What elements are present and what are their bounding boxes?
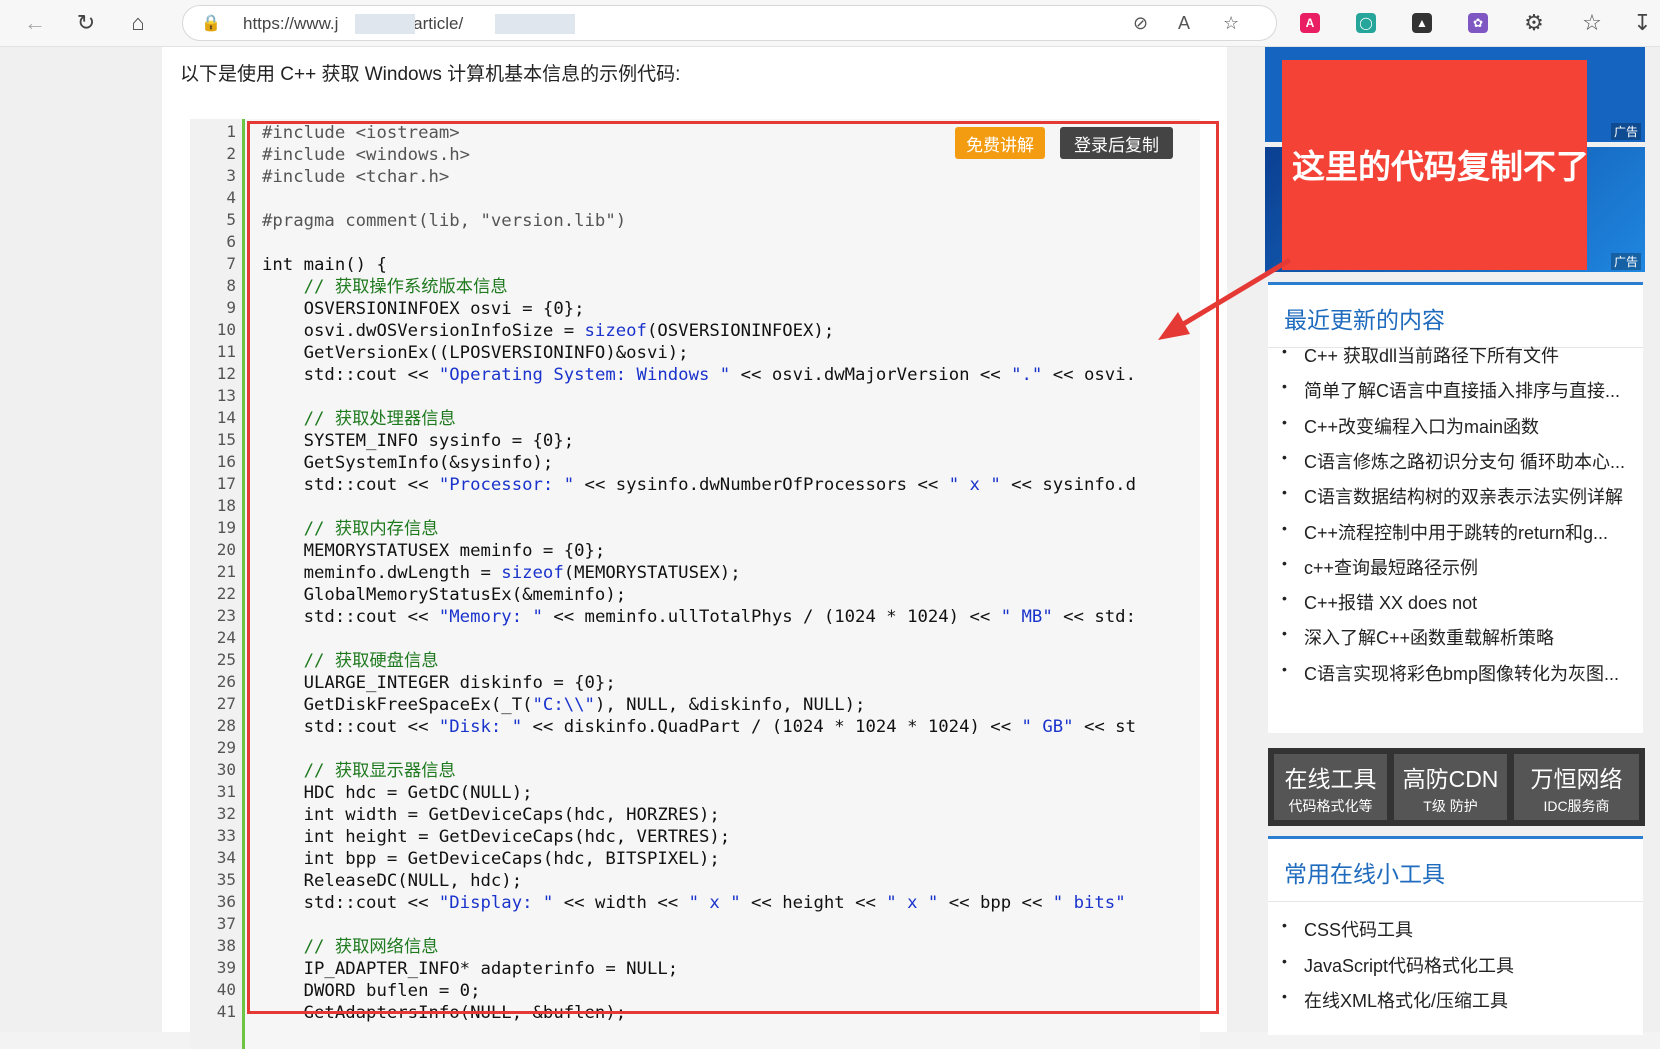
recent-item-label: C++流程控制中用于跳转的return和g... — [1304, 522, 1609, 543]
common-tool-label: 在线XML格式化/压缩工具 — [1304, 991, 1509, 1011]
recent-item-label: 简单了解C语言中直接插入排序与直接... — [1304, 381, 1621, 402]
line-number: 14 — [216, 408, 236, 427]
recent-item-label: 深入了解C++函数重载解析策略 — [1304, 628, 1555, 649]
line-number: 35 — [216, 870, 236, 889]
favorite-star-icon[interactable]: ☆ — [1223, 13, 1239, 34]
line-number: 37 — [216, 914, 236, 933]
tool-sub: IDC服务商 — [1543, 798, 1610, 814]
tool-wanheng[interactable]: 万恒网络 IDC服务商 — [1514, 754, 1639, 820]
tool-title: 在线工具 — [1284, 766, 1377, 792]
redaction-mask — [355, 14, 415, 34]
line-number: 41 — [216, 1002, 236, 1021]
recent-item-label: C++改变编程入口为main函数 — [1304, 416, 1540, 437]
browser-toolbar: ← ↻ ⌂ 🔒 https://www.j/article/m ⊘ A ☆ A … — [0, 0, 1660, 47]
recent-item-label: C++ 获取dll当前路径下所有文件 — [1304, 346, 1560, 366]
extension-green-icon[interactable]: ◯ — [1356, 13, 1376, 33]
line-number: 5 — [226, 210, 236, 229]
favorites-list-icon[interactable]: ☆ — [1572, 0, 1612, 46]
common-title: 常用在线小工具 — [1284, 861, 1445, 887]
download-icon[interactable]: ↧ — [1625, 0, 1660, 46]
tool-sub: T级 防护 — [1423, 798, 1478, 814]
refresh-icon[interactable]: ↻ — [66, 0, 106, 46]
recent-item-label: c++查询最短路径示例 — [1304, 557, 1479, 578]
extension-dark-icon[interactable]: ▲ — [1412, 13, 1432, 33]
line-number: 24 — [216, 628, 236, 647]
line-number: 10 — [216, 320, 236, 339]
line-number: 30 — [216, 760, 236, 779]
recent-item-label: C语言数据结构树的双亲表示法实例详解 — [1304, 487, 1623, 508]
line-number: 18 — [216, 496, 236, 515]
line-number: 6 — [226, 232, 236, 251]
line-number: 13 — [216, 386, 236, 405]
address-bar[interactable]: 🔒 https://www.j/article/m ⊘ A ☆ — [182, 5, 1277, 41]
common-tool-label: JavaScript代码格式化工具 — [1304, 955, 1515, 976]
article-intro: 以下是使用 C++ 获取 Windows 计算机基本信息的示例代码: — [180, 64, 681, 85]
line-number-gutter: 1 2 3 4 5 6 7 8 9 10 11 12 13 14 15 16 17 18 19 20 21 22 23 24 2… — [190, 119, 244, 1049]
common-tools-panel: 常用在线小工具 CSS代码工具 JavaScript代码格式化工具 在线XML格式化… — [1268, 836, 1643, 1035]
line-number: 2 — [226, 144, 236, 163]
ad-tag: 广告 — [1610, 253, 1641, 270]
extensions-puzzle-icon[interactable]: ⚙ — [1514, 0, 1554, 46]
back-arrow-icon[interactable]: ← — [15, 0, 55, 46]
line-number: 19 — [216, 518, 236, 537]
callout-text: 这里的代码复制不了 — [1292, 148, 1589, 185]
tool-cdn[interactable]: 高防CDN T级 防护 — [1394, 754, 1507, 820]
read-aloud-icon[interactable]: A — [1178, 13, 1190, 34]
line-number: 9 — [226, 298, 236, 317]
line-number: 3 — [226, 166, 236, 185]
recent-item-label: C语言实现将彩色bmp图像转化为灰图... — [1304, 663, 1620, 684]
tool-title: 高防CDN — [1402, 766, 1499, 792]
recent-item-label: C语言修炼之路初识分支句 循环助本心... — [1304, 451, 1626, 472]
line-number: 15 — [216, 430, 236, 449]
recent-title: 最近更新的内容 — [1284, 307, 1445, 333]
recent-updates-panel: 最近更新的内容 C++ 获取dll当前路径下所有文件简单了解C语言中直接插入排序… — [1268, 282, 1643, 733]
recent-item-label: C++报错 XX does not — [1304, 593, 1478, 614]
line-number: 31 — [216, 782, 236, 801]
line-number: 7 — [226, 254, 236, 273]
line-number: 22 — [216, 584, 236, 603]
common-tool-label: CSS代码工具 — [1304, 920, 1414, 940]
tool-online[interactable]: 在线工具 代码格式化等 — [1274, 754, 1387, 820]
tool-title: 万恒网络 — [1530, 766, 1623, 792]
line-number: 40 — [216, 980, 236, 999]
tracking-icon[interactable]: ⊘ — [1133, 13, 1148, 34]
tools-bar: 在线工具 代码格式化等 高防CDN T级 防护 万恒网络 IDC服务商 — [1268, 748, 1645, 826]
home-icon[interactable]: ⌂ — [118, 0, 158, 46]
line-number: 1 — [226, 122, 236, 141]
line-number: 36 — [216, 892, 236, 911]
line-number: 27 — [216, 694, 236, 713]
line-number: 21 — [216, 562, 236, 581]
line-number: 39 — [216, 958, 236, 977]
line-number: 26 — [216, 672, 236, 691]
ad-tag: 广告 — [1610, 123, 1641, 140]
line-number: 12 — [216, 364, 236, 383]
extension-brain-icon[interactable]: ✿ — [1468, 13, 1488, 33]
gutter-border — [242, 119, 245, 1049]
line-number: 25 — [216, 650, 236, 669]
line-number: 16 — [216, 452, 236, 471]
redaction-mask — [495, 14, 575, 34]
line-number: 32 — [216, 804, 236, 823]
line-number: 28 — [216, 716, 236, 735]
annotation-callout: 这里的代码复制不了 — [1282, 60, 1589, 270]
line-number: 29 — [216, 738, 236, 757]
line-number: 34 — [216, 848, 236, 867]
line-number: 8 — [226, 276, 236, 295]
line-number: 23 — [216, 606, 236, 625]
line-number: 38 — [216, 936, 236, 955]
divider — [1268, 901, 1643, 902]
highlight-rectangle — [247, 121, 1219, 1014]
line-number: 20 — [216, 540, 236, 559]
line-number: 11 — [216, 342, 236, 361]
translate-extension-icon[interactable]: A — [1300, 13, 1320, 33]
lock-icon: 🔒 — [201, 15, 221, 32]
line-number: 33 — [216, 826, 236, 845]
line-number: 4 — [226, 188, 236, 207]
tool-sub: 代码格式化等 — [1288, 798, 1373, 814]
line-number: 17 — [216, 474, 236, 493]
